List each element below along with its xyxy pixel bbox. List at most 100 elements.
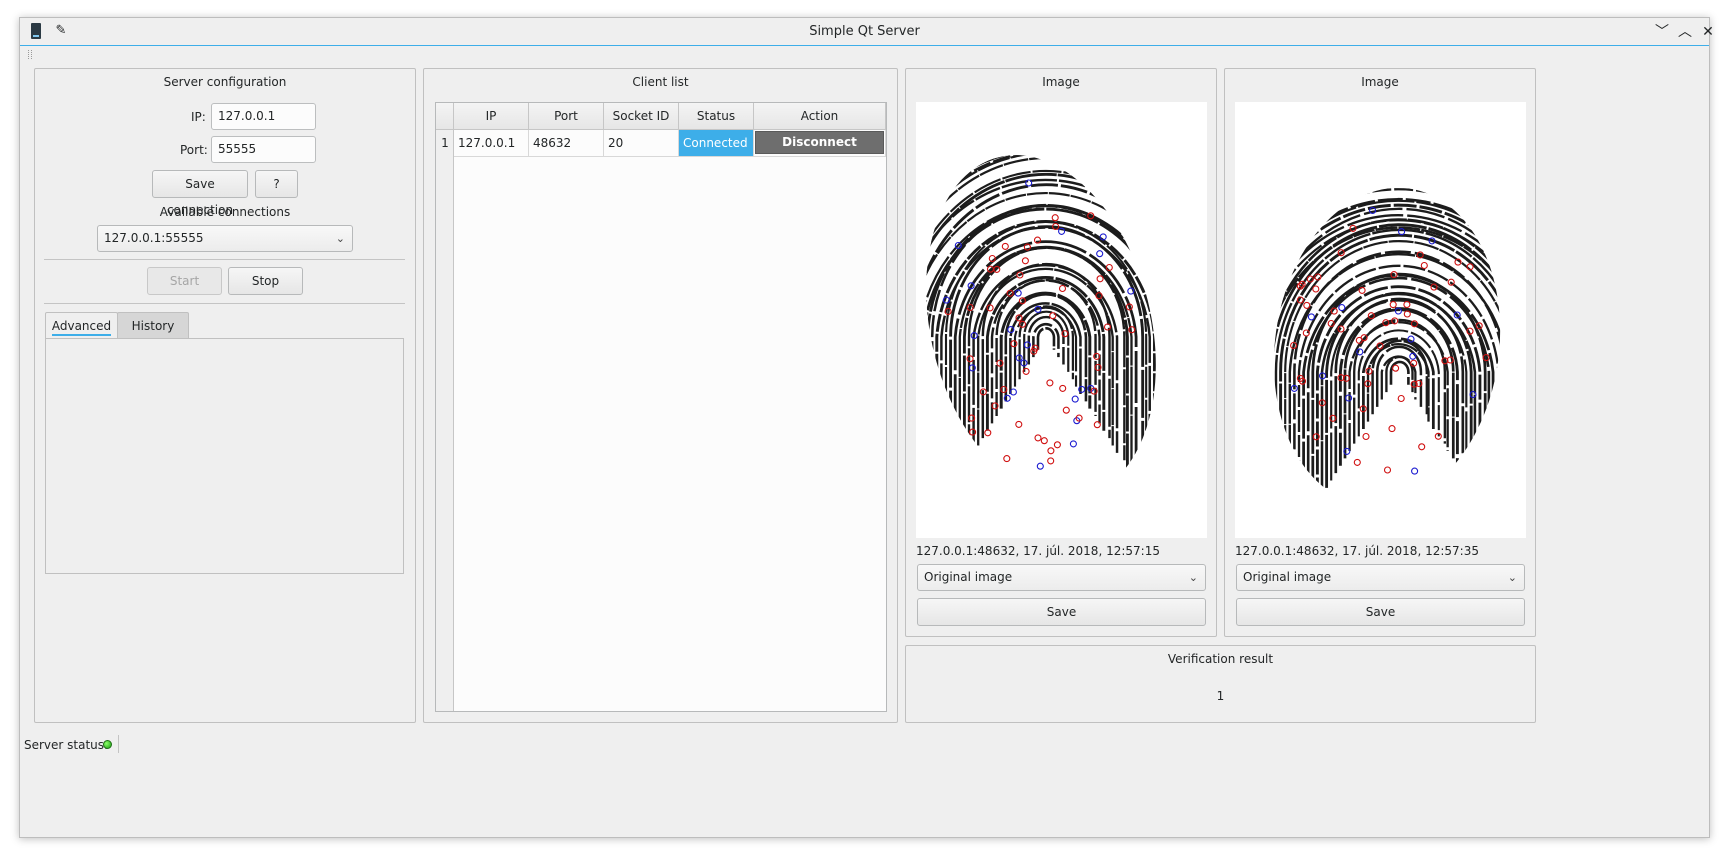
minutia-marker: [1392, 364, 1400, 372]
save-image-button[interactable]: Save: [917, 598, 1206, 626]
verification-result-title: Verification result: [1167, 652, 1274, 666]
cell-socket-id[interactable]: 20: [604, 130, 679, 157]
verification-result-value: 1: [1216, 689, 1225, 703]
advanced-tab-pane: [45, 338, 404, 574]
cell-ip[interactable]: 127.0.0.1: [454, 130, 529, 157]
column-header-action[interactable]: Action: [754, 103, 886, 130]
server-configuration-group: Server configuration IP: 127.0.0.1 Port:…: [34, 68, 416, 723]
minimize-icon[interactable]: ﹀: [1652, 22, 1672, 42]
chevron-down-icon: ⌄: [1188, 571, 1198, 584]
row-header-column: [436, 103, 454, 711]
cell-status[interactable]: Connected: [679, 130, 754, 157]
window-title: Simple Qt Server: [809, 24, 920, 39]
chevron-down-icon: ⌄: [335, 232, 345, 245]
separator: [44, 303, 405, 304]
minutia-marker: [1388, 425, 1396, 433]
minutia-marker: [1411, 467, 1419, 475]
image-panel-2: Image 127.0.0.1:48632, 17. júl. 2018, 12…: [1224, 68, 1536, 637]
minutia-marker: [1047, 457, 1055, 465]
minutia-marker: [1003, 455, 1011, 463]
fingerprint-ridges: [1253, 172, 1521, 522]
available-connections-label: Available connections: [159, 205, 291, 219]
image-caption: 127.0.0.1:48632, 17. júl. 2018, 12:57:15: [916, 544, 1160, 558]
column-header-port[interactable]: Port: [529, 103, 604, 130]
minutia-marker: [1069, 440, 1077, 448]
minutia-marker: [1051, 214, 1059, 222]
image-mode-select[interactable]: Original image ⌄: [1236, 564, 1525, 591]
client-table: IP Port Socket ID Status Action 1 127.0.…: [435, 102, 887, 712]
separator: [44, 259, 405, 260]
minutia-marker: [1338, 304, 1346, 312]
verification-result-group: Verification result 1: [905, 645, 1536, 723]
image-mode-value: Original image: [924, 570, 1013, 584]
column-header-ip[interactable]: IP: [454, 103, 529, 130]
minutia-marker: [1015, 420, 1023, 428]
image-mode-value: Original image: [1243, 570, 1332, 584]
toolbar-grip[interactable]: [28, 50, 32, 59]
help-button[interactable]: ?: [255, 170, 298, 198]
minutia-marker: [1025, 179, 1033, 187]
minutia-marker: [1403, 300, 1411, 309]
image-mode-select[interactable]: Original image ⌄: [917, 564, 1206, 591]
minutia-marker: [1303, 301, 1311, 309]
minutia-marker: [1093, 421, 1101, 429]
minutia-marker: [1397, 394, 1405, 403]
tab-advanced[interactable]: Advanced: [45, 312, 118, 339]
port-input[interactable]: 55555: [211, 136, 316, 163]
available-connections-value: 127.0.0.1:55555: [104, 231, 204, 245]
tab-history[interactable]: History: [117, 312, 189, 339]
minutia-marker: [1418, 443, 1426, 451]
save-connection-button[interactable]: Save connection: [152, 170, 248, 217]
minutia-marker: [1362, 432, 1370, 441]
minutia-marker: [1071, 395, 1079, 403]
minutia-marker: [1036, 462, 1044, 470]
minutia-marker: [1420, 261, 1428, 270]
ip-label: IP:: [191, 110, 206, 124]
chevron-down-icon: ⌄: [1507, 571, 1517, 584]
image-caption: 127.0.0.1:48632, 17. júl. 2018, 12:57:35: [1235, 544, 1479, 558]
cell-action: Disconnect: [754, 130, 886, 157]
statusbar-separator: [118, 735, 119, 753]
client-list-title: Client list: [632, 75, 689, 89]
server-configuration-title: Server configuration: [163, 75, 287, 89]
minutia-marker: [1059, 384, 1067, 392]
fingerprint-image-2: [1235, 102, 1526, 538]
column-header-socket-id[interactable]: Socket ID: [604, 103, 679, 130]
save-image-button[interactable]: Save: [1236, 598, 1525, 626]
server-status-led-icon: [103, 740, 112, 749]
minutia-marker: [1353, 458, 1361, 466]
close-icon[interactable]: ✕: [1698, 22, 1718, 42]
column-header-status[interactable]: Status: [679, 103, 754, 130]
available-connections-select[interactable]: 127.0.0.1:55555 ⌄: [97, 225, 353, 252]
server-status-label: Server status:: [24, 738, 109, 752]
maximize-icon[interactable]: ︿: [1675, 22, 1695, 42]
image-panel-title: Image: [1042, 75, 1080, 89]
minutia-marker: [1053, 441, 1061, 449]
image-panel-title: Image: [1361, 75, 1399, 89]
minutia-marker: [1034, 434, 1042, 442]
minutia-marker: [1307, 313, 1315, 321]
minutia-marker: [1021, 257, 1029, 265]
minutia-marker: [1049, 312, 1057, 320]
minutia-marker: [1096, 275, 1104, 283]
ip-input[interactable]: 127.0.0.1: [211, 103, 316, 130]
minutia-marker: [1047, 447, 1055, 455]
cell-port[interactable]: 48632: [529, 130, 604, 157]
minutia-marker: [1389, 301, 1397, 309]
main-window: ✎ Simple Qt Server ﹀ ︿ ✕ Server configur…: [19, 17, 1714, 838]
disconnect-button[interactable]: Disconnect: [755, 131, 884, 154]
minutia-marker: [1046, 379, 1054, 387]
minutia-marker: [1001, 242, 1009, 250]
minutia-marker: [1062, 406, 1070, 414]
fingerprint-image-graphic: [916, 130, 1191, 524]
start-button[interactable]: Start: [147, 267, 222, 295]
minutia-marker: [1096, 250, 1104, 258]
minutia-marker: [1312, 285, 1320, 293]
stop-button[interactable]: Stop: [228, 267, 303, 295]
row-number[interactable]: 1: [436, 130, 454, 157]
image-panel-1: Image 127.0.0.1:48632, 17. júl. 2018, 12…: [905, 68, 1217, 637]
table-corner[interactable]: [436, 103, 454, 130]
title-bar: ✎ Simple Qt Server ﹀ ︿ ✕: [20, 18, 1714, 46]
minutia-marker: [1040, 437, 1048, 445]
client-list-group: Client list IP Port Socket ID Status Act…: [423, 68, 898, 723]
